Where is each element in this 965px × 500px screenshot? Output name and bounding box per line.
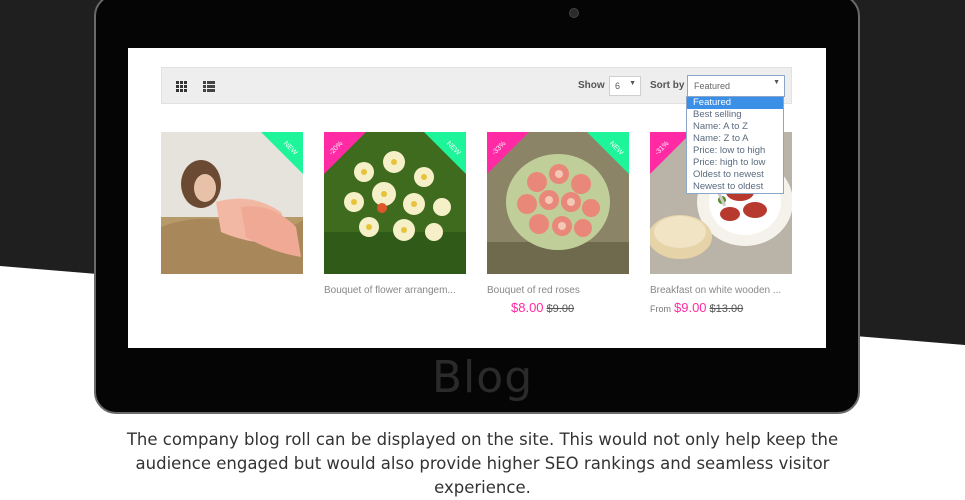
grid-icon: [175, 80, 187, 92]
chevron-down-icon: ▼: [629, 80, 636, 87]
old-price: $9.00: [546, 303, 575, 315]
price-prefix: From: [650, 304, 671, 314]
current-price: $8.00: [511, 300, 544, 315]
section-title: Blog: [431, 352, 534, 403]
laptop-screen: Show 6 ▼ Sort by Featured ▼ NEW -20% NEW…: [128, 48, 826, 348]
current-price: $9.00: [674, 300, 707, 315]
sort-option[interactable]: Featured: [687, 97, 783, 109]
list-icon: [203, 80, 215, 92]
show-count-value: 6: [615, 81, 621, 91]
sort-option[interactable]: Price: low to high: [687, 145, 783, 157]
sort-dropdown: Featured Best selling Name: A to Z Name:…: [686, 96, 784, 194]
product-name[interactable]: Bouquet of red roses: [487, 285, 580, 296]
sort-option[interactable]: Oldest to newest: [687, 169, 783, 181]
sort-select[interactable]: Featured ▼: [687, 75, 785, 97]
product-image-woman[interactable]: NEW: [161, 132, 303, 274]
chevron-down-icon: ▼: [773, 79, 780, 86]
show-count-select[interactable]: 6 ▼: [609, 76, 641, 96]
sort-value: Featured: [694, 81, 731, 91]
product-price: $8.00 $9.00: [511, 300, 574, 315]
old-price: $13.00: [709, 303, 744, 315]
section-description: The company blog roll can be displayed o…: [126, 430, 839, 497]
product-name[interactable]: Breakfast on white wooden ...: [650, 285, 781, 296]
show-label: Show: [578, 80, 605, 91]
sort-label: Sort by: [650, 80, 685, 91]
product-image-roses[interactable]: -33% NEW: [487, 132, 629, 274]
grid-view-button[interactable]: [170, 76, 192, 96]
sort-option[interactable]: Name: Z to A: [687, 133, 783, 145]
sort-option[interactable]: Best selling: [687, 109, 783, 121]
sort-option[interactable]: Price: high to low: [687, 157, 783, 169]
product-price: From $9.00 $13.00: [650, 300, 743, 315]
product-name[interactable]: Bouquet of flower arrangem...: [324, 285, 456, 296]
sort-option[interactable]: Name: A to Z: [687, 121, 783, 133]
camera-icon: [569, 8, 579, 18]
sort-option[interactable]: Newest to oldest: [687, 181, 783, 193]
list-view-button[interactable]: [198, 76, 220, 96]
product-image-daisies[interactable]: -20% NEW: [324, 132, 466, 274]
